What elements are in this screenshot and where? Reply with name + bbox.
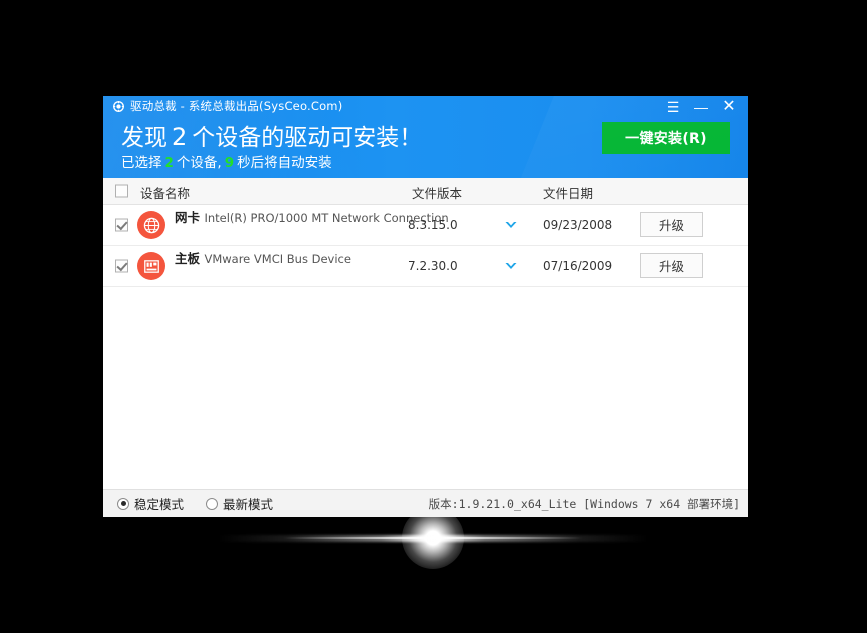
lens-flare-streak-thin bbox=[283, 537, 583, 539]
chevron-down-icon[interactable] bbox=[503, 218, 519, 232]
subline-count: 2 bbox=[162, 155, 177, 171]
table-row[interactable]: 网卡 Intel(R) PRO/1000 MT Network Connecti… bbox=[103, 205, 748, 246]
mode-option-latest[interactable]: 最新模式 bbox=[206, 494, 273, 513]
chevron-down-icon[interactable] bbox=[503, 259, 519, 273]
upgrade-button[interactable]: 升级 bbox=[640, 212, 703, 237]
headline-prefix: 发现 bbox=[121, 125, 167, 151]
radio-dot-stable bbox=[117, 498, 129, 510]
device-date: 07/16/2009 bbox=[543, 259, 612, 273]
row-checkbox[interactable] bbox=[115, 219, 128, 232]
mode-label-latest: 最新模式 bbox=[223, 494, 273, 513]
column-header-date: 文件日期 bbox=[543, 183, 593, 202]
device-version: 7.2.30.0 bbox=[408, 259, 458, 273]
radio-dot-latest bbox=[206, 498, 218, 510]
device-info: 主板 VMware VMCI Bus Device bbox=[175, 250, 351, 268]
headline-suffix: 个设备的驱动可安装！ bbox=[192, 125, 422, 151]
mode-option-stable[interactable]: 稳定模式 bbox=[117, 494, 184, 513]
close-button[interactable]: ✕ bbox=[716, 96, 742, 118]
device-version: 8.3.15.0 bbox=[408, 218, 458, 232]
motherboard-icon bbox=[137, 252, 165, 280]
window-header: 驱动总裁 - 系统总裁出品(SysCeo.Com) ☰ — ✕ 发现2个设备的驱… bbox=[103, 96, 748, 178]
minimize-button[interactable]: — bbox=[688, 96, 714, 118]
subline-prefix: 已选择 bbox=[121, 155, 162, 171]
window-title: 驱动总裁 - 系统总裁出品(SysCeo.Com) bbox=[130, 98, 342, 114]
version-text: 版本:1.9.21.0_x64_Lite [Windows 7 x64 部署环境… bbox=[429, 496, 740, 512]
install-all-button[interactable]: 一键安装(R) bbox=[602, 122, 730, 154]
select-all-checkbox[interactable] bbox=[115, 185, 128, 198]
status-bar: 稳定模式 最新模式 版本:1.9.21.0_x64_Lite [Windows … bbox=[103, 489, 748, 517]
mode-label-stable: 稳定模式 bbox=[134, 494, 184, 513]
device-date: 09/23/2008 bbox=[543, 218, 612, 232]
column-header-version: 文件版本 bbox=[412, 183, 462, 202]
device-list: 网卡 Intel(R) PRO/1000 MT Network Connecti… bbox=[103, 205, 748, 287]
device-subtitle: VMware VMCI Bus Device bbox=[204, 252, 350, 266]
headline-count: 2 bbox=[167, 123, 192, 151]
row-checkbox[interactable] bbox=[115, 260, 128, 273]
mode-selector: 稳定模式 最新模式 bbox=[117, 490, 273, 517]
subline-middle: 个设备, bbox=[177, 155, 222, 171]
subline-suffix: 秒后将自动安装 bbox=[237, 155, 332, 171]
window-controls: ☰ — ✕ bbox=[660, 96, 742, 118]
upgrade-button[interactable]: 升级 bbox=[640, 253, 703, 278]
gear-clock-icon bbox=[112, 100, 125, 113]
column-header-name: 设备名称 bbox=[140, 183, 190, 202]
subline-seconds: 9 bbox=[222, 155, 237, 171]
headline: 发现2个设备的驱动可安装！ bbox=[121, 118, 422, 152]
device-title: 网卡 bbox=[175, 210, 200, 225]
driver-installer-window: 驱动总裁 - 系统总裁出品(SysCeo.Com) ☰ — ✕ 发现2个设备的驱… bbox=[103, 96, 748, 517]
table-row[interactable]: 主板 VMware VMCI Bus Device 7.2.30.0 07/16… bbox=[103, 246, 748, 287]
device-title: 主板 bbox=[175, 251, 200, 266]
title-bar: 驱动总裁 - 系统总裁出品(SysCeo.Com) bbox=[103, 96, 748, 116]
table-header-row: 设备名称 文件版本 文件日期 bbox=[103, 178, 748, 205]
subline: 已选择2个设备,9秒后将自动安装 bbox=[121, 151, 332, 171]
menu-icon[interactable]: ☰ bbox=[660, 96, 686, 118]
network-card-icon bbox=[137, 211, 165, 239]
